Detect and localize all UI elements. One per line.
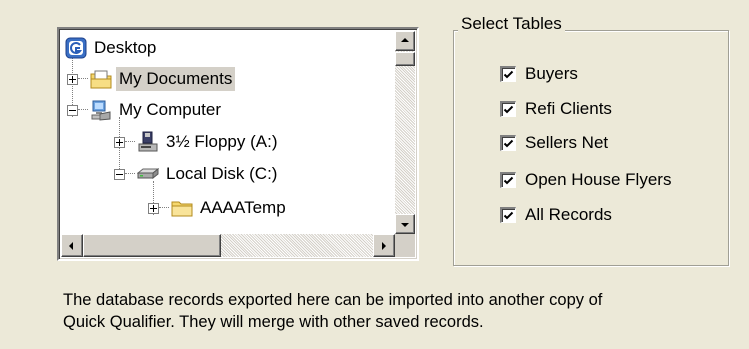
checkbox-label: Open House Flyers	[525, 170, 672, 189]
checkbox-label: All Records	[525, 205, 612, 224]
arrow-up-icon	[401, 38, 409, 42]
tree-connector-line	[78, 78, 88, 80]
check-mark-icon	[503, 211, 514, 220]
vertical-scroll-thumb[interactable]	[395, 52, 415, 66]
select-tables-title: Select Tables	[458, 14, 565, 34]
tree-item-floppy-drive[interactable]: 3½ Floppy (A:)	[114, 127, 281, 157]
tree-item-my-documents[interactable]: My Documents	[67, 64, 236, 94]
tree-item-label: Local Disk (C:)	[166, 164, 278, 183]
check-mark-icon	[503, 176, 514, 185]
export-info-line-2: Quick Qualifier. They will merge with ot…	[63, 313, 484, 331]
tree-item-local-disk[interactable]: Local Disk (C:)	[114, 159, 280, 189]
scroll-right-button[interactable]	[373, 234, 395, 257]
scroll-down-button[interactable]	[395, 214, 415, 234]
floppy-drive-icon	[137, 131, 159, 153]
export-info-line-1: The database records exported here can b…	[63, 291, 603, 309]
folder-tree-content: Desktop My Documents My Computer 3½ Flop…	[61, 31, 395, 234]
export-dialog-panel: Desktop My Documents My Computer 3½ Flop…	[0, 0, 749, 349]
arrow-left-icon	[69, 242, 73, 250]
tree-horizontal-scrollbar[interactable]	[61, 234, 395, 257]
checkbox-box[interactable]	[500, 207, 516, 223]
tree-connector-line	[78, 109, 88, 111]
check-mark-icon	[503, 70, 514, 79]
collapse-minus-icon[interactable]	[67, 104, 78, 116]
desktop-icon	[65, 37, 87, 59]
checkbox-box[interactable]	[500, 172, 516, 188]
horizontal-scroll-thumb[interactable]	[83, 234, 221, 257]
tree-connector-line	[159, 207, 169, 209]
checkbox-label: Refi Clients	[525, 99, 612, 118]
tree-connector-line	[125, 173, 135, 175]
checkbox-buyers[interactable]: Buyers	[500, 63, 578, 85]
check-mark-icon	[503, 105, 514, 114]
arrow-right-icon	[382, 242, 386, 250]
expand-plus-icon[interactable]	[67, 73, 78, 85]
checkbox-label: Buyers	[525, 64, 578, 83]
checkbox-open-house-flyers[interactable]: Open House Flyers	[500, 169, 671, 191]
folder-tree-view[interactable]: Desktop My Documents My Computer 3½ Flop…	[57, 27, 419, 261]
my-computer-icon	[90, 99, 112, 121]
tree-connector-line	[125, 141, 135, 143]
tree-vertical-scrollbar[interactable]	[395, 31, 415, 234]
folder-icon	[171, 197, 193, 219]
tree-item-my-computer[interactable]: My Computer	[67, 95, 224, 125]
expand-plus-icon[interactable]	[114, 136, 125, 148]
expand-plus-icon[interactable]	[148, 202, 159, 214]
scroll-up-button[interactable]	[395, 31, 415, 51]
hard-disk-icon	[136, 163, 160, 185]
tree-item-label: Desktop	[94, 38, 157, 57]
tree-item-desktop[interactable]: Desktop	[63, 33, 159, 63]
checkbox-all-records[interactable]: All Records	[500, 204, 612, 226]
checkbox-box[interactable]	[500, 101, 516, 117]
checkbox-refi-clients[interactable]: Refi Clients	[500, 98, 612, 120]
scrollbar-corner	[395, 234, 415, 257]
checkbox-box[interactable]	[500, 135, 516, 151]
my-documents-folder-icon	[90, 68, 112, 90]
tree-item-label: My Computer	[119, 100, 222, 119]
arrow-down-icon	[401, 223, 409, 227]
checkbox-box[interactable]	[500, 66, 516, 82]
scroll-left-button[interactable]	[61, 234, 83, 257]
export-info-text: The database records exported here can b…	[63, 289, 743, 333]
checkbox-label: Sellers Net	[525, 133, 609, 152]
tree-item-aaaatemp[interactable]: AAAATemp	[148, 193, 289, 223]
checkbox-sellers-net[interactable]: Sellers Net	[500, 132, 608, 154]
tree-item-label: 3½ Floppy (A:)	[166, 132, 278, 151]
tree-item-label: My Documents	[116, 67, 236, 91]
collapse-minus-icon[interactable]	[114, 168, 125, 180]
tree-item-label: AAAATemp	[200, 198, 286, 217]
check-mark-icon	[503, 139, 514, 148]
